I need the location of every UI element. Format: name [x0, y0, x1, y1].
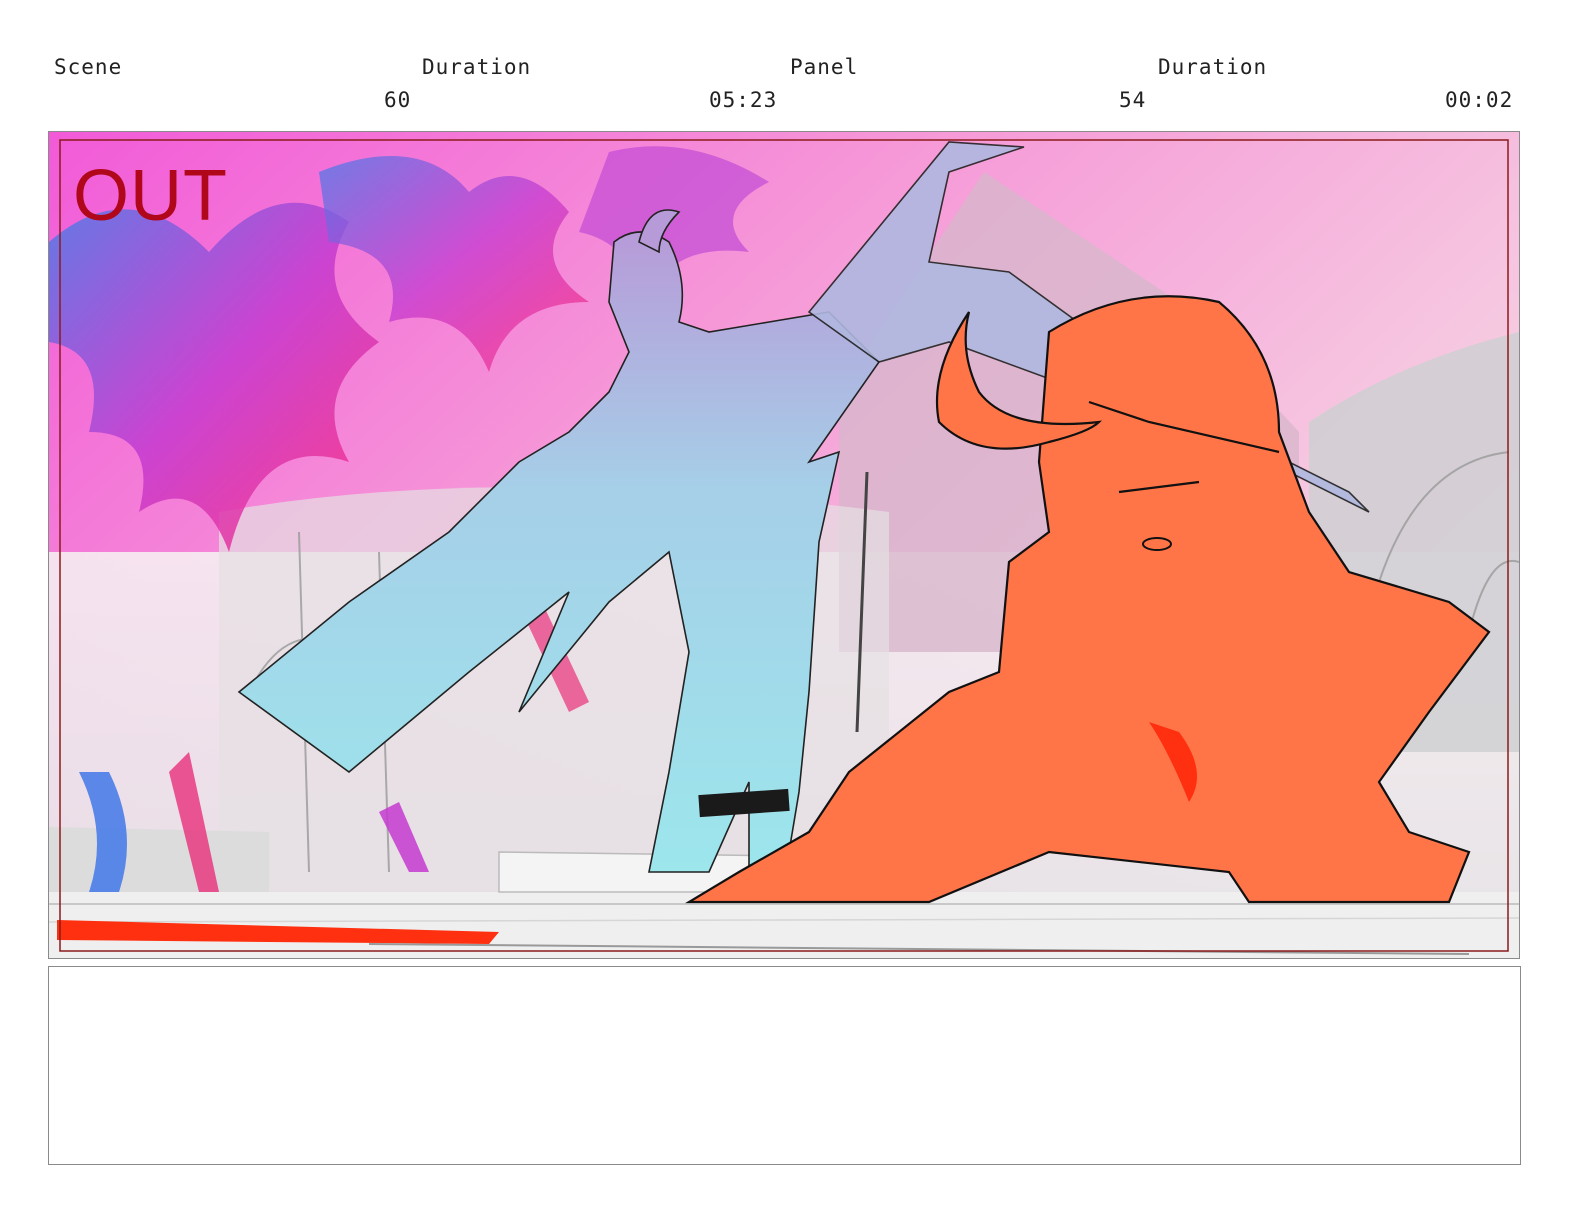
- scene-number: 60: [384, 88, 412, 112]
- storyboard-panel: OUT: [48, 131, 1520, 959]
- panel-notes-box[interactable]: [48, 966, 1521, 1165]
- scene-duration-label: Duration: [422, 55, 532, 79]
- scene-duration-value: 05:23: [709, 88, 778, 112]
- panel-number: 54: [1119, 88, 1147, 112]
- panel-notes-text: [49, 967, 1520, 991]
- panel-artwork: [49, 132, 1519, 958]
- panel-duration-label: Duration: [1158, 55, 1268, 79]
- panel-label: Panel: [790, 55, 859, 79]
- panel-duration-value: 00:02: [1445, 88, 1514, 112]
- scene-label: Scene: [54, 55, 123, 79]
- out-label: OUT: [73, 156, 228, 236]
